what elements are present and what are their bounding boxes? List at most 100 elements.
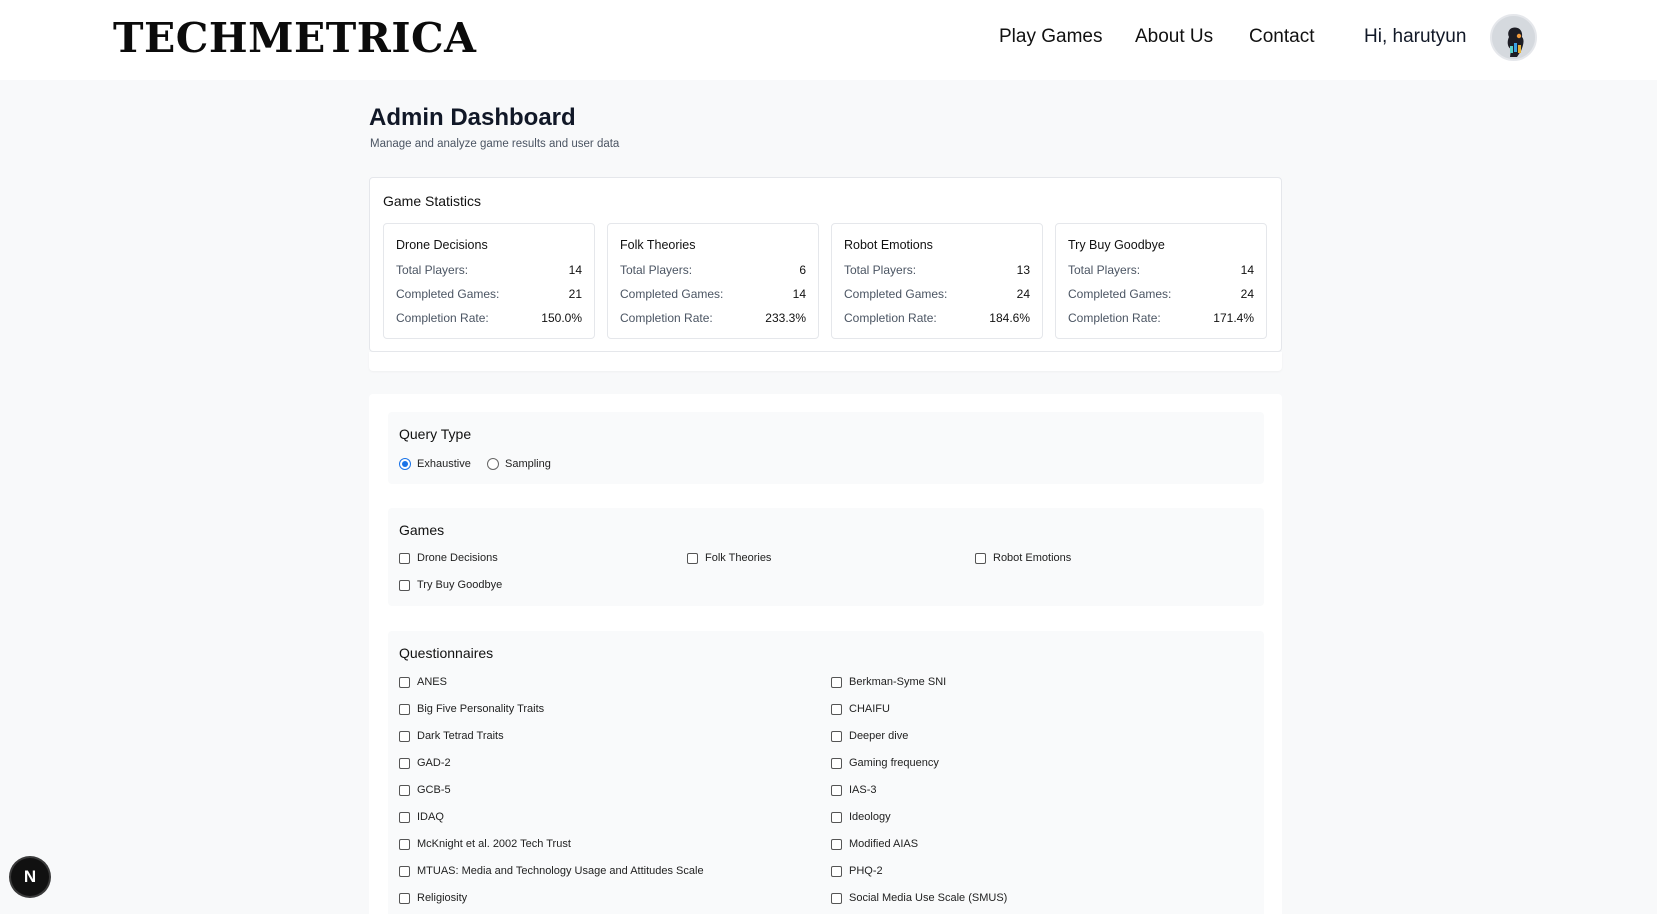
checkbox-questionnaire[interactable]: Modified AIAS bbox=[831, 838, 918, 850]
radio-exhaustive-control[interactable] bbox=[399, 458, 411, 470]
checkbox-label: McKnight et al. 2002 Tech Trust bbox=[417, 838, 571, 850]
checkbox-control[interactable] bbox=[831, 730, 842, 742]
nav-about-us[interactable]: About Us bbox=[1135, 26, 1213, 48]
checkbox-label: IDAQ bbox=[417, 811, 444, 823]
checkbox-questionnaire[interactable]: GCB-5 bbox=[399, 784, 451, 796]
stat-value: 14 bbox=[1240, 263, 1254, 277]
stat-label: Completion Rate: bbox=[1068, 311, 1161, 325]
stat-row-players: Total Players: 13 bbox=[844, 263, 1030, 277]
checkbox-questionnaire[interactable]: Big Five Personality Traits bbox=[399, 703, 544, 715]
checkbox-questionnaire[interactable]: Berkman-Syme SNI bbox=[831, 676, 946, 688]
checkbox-control[interactable] bbox=[399, 892, 410, 904]
game-name: Drone Decisions bbox=[396, 238, 488, 252]
stat-value: 171.4% bbox=[1213, 311, 1254, 325]
checkbox-label: Deeper dive bbox=[849, 730, 909, 742]
stat-label: Total Players: bbox=[620, 263, 693, 277]
stat-value: 14 bbox=[568, 263, 582, 277]
checkbox-questionnaire[interactable]: Dark Tetrad Traits bbox=[399, 730, 504, 742]
checkbox-control[interactable] bbox=[399, 811, 410, 823]
checkbox-label: Modified AIAS bbox=[849, 838, 919, 850]
checkbox-control[interactable] bbox=[831, 676, 842, 688]
checkbox-control[interactable] bbox=[399, 838, 410, 850]
checkbox-control[interactable] bbox=[831, 703, 842, 715]
checkbox-label: Religiosity bbox=[417, 892, 468, 904]
checkbox-control[interactable] bbox=[399, 703, 410, 715]
stat-value: 184.6% bbox=[989, 311, 1030, 325]
logo[interactable]: TECHMETRICA bbox=[113, 14, 476, 62]
radio-sampling[interactable]: Sampling bbox=[487, 458, 551, 470]
checkbox-questionnaire[interactable]: Deeper dive bbox=[831, 730, 908, 742]
checkbox-control[interactable] bbox=[399, 784, 410, 796]
stat-row-players: Total Players: 14 bbox=[1068, 263, 1254, 277]
stat-row-completed: Completed Games: 24 bbox=[844, 287, 1030, 301]
checkbox-label: Try Buy Goodbye bbox=[417, 579, 503, 591]
checkbox-control[interactable] bbox=[399, 579, 410, 591]
checkbox-label: Folk Theories bbox=[705, 552, 772, 564]
game-stat-card: Folk Theories Total Players: 6 Completed … bbox=[607, 223, 819, 339]
checkbox-label: GCB-5 bbox=[417, 784, 451, 796]
user-greeting: Hi, harutyun bbox=[1364, 26, 1467, 47]
stat-row-rate: Completion Rate: 150.0% bbox=[396, 311, 582, 325]
nav-play-games[interactable]: Play Games bbox=[999, 26, 1102, 48]
page-title: Admin Dashboard bbox=[369, 104, 576, 131]
stat-row-completed: Completed Games: 24 bbox=[1068, 287, 1254, 301]
checkbox-questionnaire[interactable]: McKnight et al. 2002 Tech Trust bbox=[399, 838, 571, 850]
radio-label: Sampling bbox=[505, 458, 551, 470]
checkbox-label: Gaming frequency bbox=[849, 757, 939, 769]
checkbox-control[interactable] bbox=[831, 757, 842, 769]
stat-value: 21 bbox=[568, 287, 582, 301]
checkbox-game-drone-decisions[interactable]: Drone Decisions bbox=[399, 552, 498, 564]
checkbox-game-folk-theories[interactable]: Folk Theories bbox=[687, 552, 771, 564]
games-title: Games bbox=[399, 522, 445, 538]
avatar[interactable] bbox=[1490, 14, 1537, 61]
questionnaires-title: Questionnaires bbox=[399, 645, 494, 661]
checkbox-questionnaire[interactable]: MTUAS: Media and Technology Usage and At… bbox=[399, 865, 704, 877]
checkbox-control[interactable] bbox=[399, 865, 410, 877]
checkbox-control[interactable] bbox=[399, 676, 410, 688]
stat-label: Completion Rate: bbox=[620, 311, 713, 325]
checkbox-questionnaire[interactable]: CHAIFU bbox=[831, 703, 890, 715]
stat-value: 14 bbox=[792, 287, 806, 301]
checkbox-questionnaire[interactable]: GAD-2 bbox=[399, 757, 451, 769]
checkbox-questionnaire[interactable]: PHQ-2 bbox=[831, 865, 883, 877]
radio-label: Exhaustive bbox=[417, 458, 471, 470]
checkbox-questionnaire[interactable]: ANES bbox=[399, 676, 447, 688]
checkbox-control[interactable] bbox=[399, 730, 410, 742]
next-dev-badge[interactable]: N bbox=[11, 858, 49, 896]
stat-value: 150.0% bbox=[541, 311, 582, 325]
checkbox-control[interactable] bbox=[975, 552, 986, 564]
checkbox-label: Berkman-Syme SNI bbox=[849, 676, 947, 688]
checkbox-control[interactable] bbox=[831, 892, 842, 904]
checkbox-label: PHQ-2 bbox=[849, 865, 883, 877]
radio-sampling-control[interactable] bbox=[487, 458, 499, 470]
checkbox-control[interactable] bbox=[687, 552, 698, 564]
checkbox-control[interactable] bbox=[399, 552, 410, 564]
checkbox-label: Big Five Personality Traits bbox=[417, 703, 545, 715]
checkbox-control[interactable] bbox=[831, 784, 842, 796]
checkbox-control[interactable] bbox=[831, 838, 842, 850]
checkbox-questionnaire[interactable]: IAS-3 bbox=[831, 784, 877, 796]
checkbox-questionnaire[interactable]: Ideology bbox=[831, 811, 891, 823]
stat-label: Completion Rate: bbox=[844, 311, 937, 325]
stat-value: 24 bbox=[1016, 287, 1030, 301]
checkbox-game-try-buy-goodbye[interactable]: Try Buy Goodbye bbox=[399, 579, 502, 591]
checkbox-questionnaire[interactable]: Religiosity bbox=[399, 892, 467, 904]
checkbox-control[interactable] bbox=[831, 865, 842, 877]
checkbox-questionnaire[interactable]: Social Media Use Scale (SMUS) bbox=[831, 892, 1007, 904]
game-stat-card: Drone Decisions Total Players: 14 Complet… bbox=[383, 223, 595, 339]
checkbox-label: Dark Tetrad Traits bbox=[417, 730, 504, 742]
checkbox-control[interactable] bbox=[399, 757, 410, 769]
game-statistics-card: Game Statistics Drone Decisions Total Pl… bbox=[369, 177, 1282, 352]
checkbox-label: Drone Decisions bbox=[417, 552, 498, 564]
avatar-image-icon bbox=[1492, 16, 1535, 59]
nav-contact[interactable]: Contact bbox=[1249, 26, 1314, 48]
stat-label: Completion Rate: bbox=[396, 311, 489, 325]
radio-exhaustive[interactable]: Exhaustive bbox=[399, 458, 471, 470]
checkbox-questionnaire[interactable]: Gaming frequency bbox=[831, 757, 939, 769]
checkbox-label: MTUAS: Media and Technology Usage and At… bbox=[417, 865, 704, 877]
checkbox-control[interactable] bbox=[831, 811, 842, 823]
checkbox-game-robot-emotions[interactable]: Robot Emotions bbox=[975, 552, 1071, 564]
questionnaires-section: Questionnaires ANES Big Five Personality … bbox=[388, 631, 1264, 914]
stat-value: 233.3% bbox=[765, 311, 806, 325]
checkbox-questionnaire[interactable]: IDAQ bbox=[399, 811, 444, 823]
